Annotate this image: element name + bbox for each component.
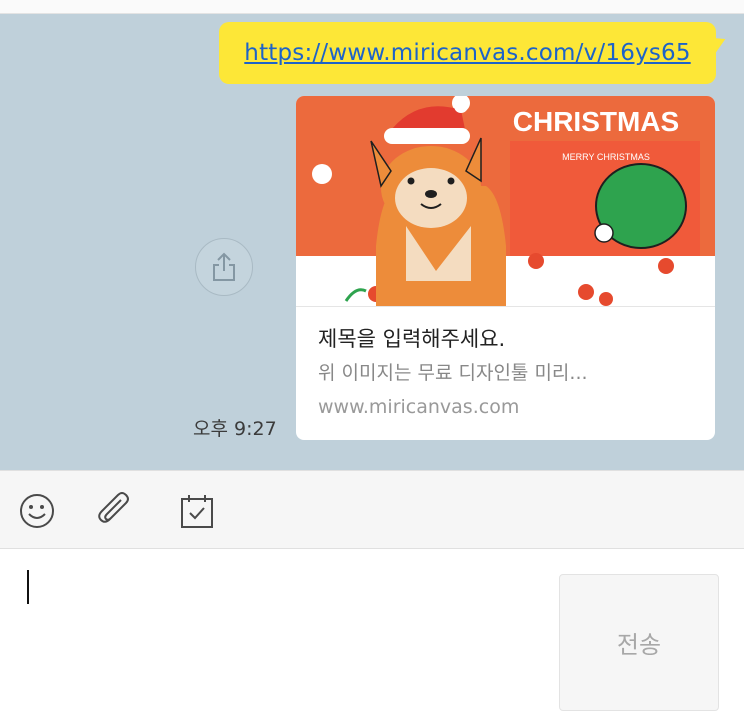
schedule-button[interactable] — [177, 491, 217, 531]
link-preview-card[interactable]: CHRISTMAS MERRY CHRISTMAS 제목을 입력해주세요. 위 … — [296, 96, 715, 440]
calendar-check-icon — [181, 495, 213, 528]
window-top-bar — [0, 0, 744, 14]
share-button[interactable] — [195, 238, 253, 296]
text-caret — [27, 570, 29, 604]
emoji-icon — [20, 494, 54, 528]
send-button[interactable]: 전송 — [559, 574, 719, 711]
emoji-button[interactable] — [17, 491, 57, 531]
message-time: 오후 9:27 — [193, 418, 277, 440]
paperclip-icon — [98, 492, 129, 523]
chat-message-area[interactable]: https://www.miricanvas.com/v/16ys65 오후 9… — [0, 14, 744, 470]
preview-image-subheading: MERRY CHRISTMAS — [562, 152, 650, 162]
message-bubble[interactable]: https://www.miricanvas.com/v/16ys65 — [219, 22, 716, 84]
preview-description: 위 이미지는 무료 디자인툴 미리... — [318, 362, 588, 384]
message-link[interactable]: https://www.miricanvas.com/v/16ys65 — [244, 40, 690, 66]
message-input[interactable]: 전송 — [0, 549, 744, 724]
preview-image-heading: CHRISTMAS — [513, 106, 679, 137]
preview-image[interactable]: CHRISTMAS MERRY CHRISTMAS — [296, 96, 715, 306]
attach-file-button[interactable] — [96, 491, 136, 531]
preview-domain: www.miricanvas.com — [318, 396, 520, 418]
preview-text-area[interactable]: 제목을 입력해주세요. 위 이미지는 무료 디자인툴 미리... www.mir… — [296, 306, 715, 440]
input-toolbar — [0, 470, 744, 549]
preview-title: 제목을 입력해주세요. — [318, 327, 506, 351]
share-icon — [213, 252, 235, 281]
